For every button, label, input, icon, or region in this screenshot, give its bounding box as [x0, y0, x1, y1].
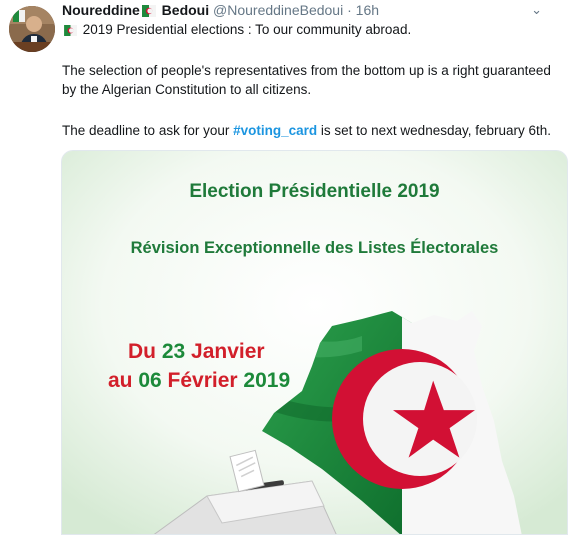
- poster-title: Election Présidentielle 2019: [189, 181, 440, 202]
- para3-after: is set to next wednesday, february 6th.: [317, 123, 552, 138]
- avatar[interactable]: [9, 6, 55, 52]
- date-au: au: [108, 369, 139, 392]
- tweet-header: Noureddine Bedoui @NoureddineBedoui · 16…: [62, 1, 552, 19]
- tweet-line-1-text: 2019 Presidential elections : To our com…: [82, 22, 412, 37]
- author-handle[interactable]: @NoureddineBedoui: [213, 2, 343, 18]
- poster-subtitle: Révision Exceptionnelle des Listes Élect…: [130, 239, 499, 257]
- algeria-flag-icon: [64, 22, 77, 41]
- tweet-paragraph-3: The deadline to ask for your #voting_car…: [62, 121, 551, 140]
- hashtag-link[interactable]: #voting_card: [233, 123, 317, 138]
- author-name-suffix[interactable]: Bedoui: [162, 2, 209, 18]
- tweet-line-1: 2019 Presidential elections : To our com…: [62, 20, 411, 41]
- tweet-time[interactable]: 16h: [356, 2, 379, 18]
- tweet-media-image[interactable]: Election Présidentielle 2019 Révision Ex…: [61, 150, 568, 535]
- poster-date-end: au 06 Février 2019: [108, 369, 290, 393]
- date-du-number: 23: [161, 340, 186, 363]
- date-au-year: 2019: [237, 369, 291, 392]
- date-au-number: 06: [138, 369, 162, 392]
- author-name[interactable]: Noureddine: [62, 2, 140, 18]
- date-du-month: Janvier: [185, 340, 265, 363]
- separator-dot: ·: [347, 2, 352, 18]
- tweet-paragraph-2: The selection of people's representative…: [62, 63, 551, 97]
- poster-date-start: Du 23 Janvier: [128, 340, 265, 364]
- algeria-flag-icon: [141, 3, 156, 21]
- date-au-month: Février: [161, 369, 238, 392]
- date-du: Du: [128, 340, 162, 363]
- para3-before: The deadline to ask for your: [62, 123, 234, 138]
- caret-down-icon[interactable]: ⌄: [531, 1, 542, 19]
